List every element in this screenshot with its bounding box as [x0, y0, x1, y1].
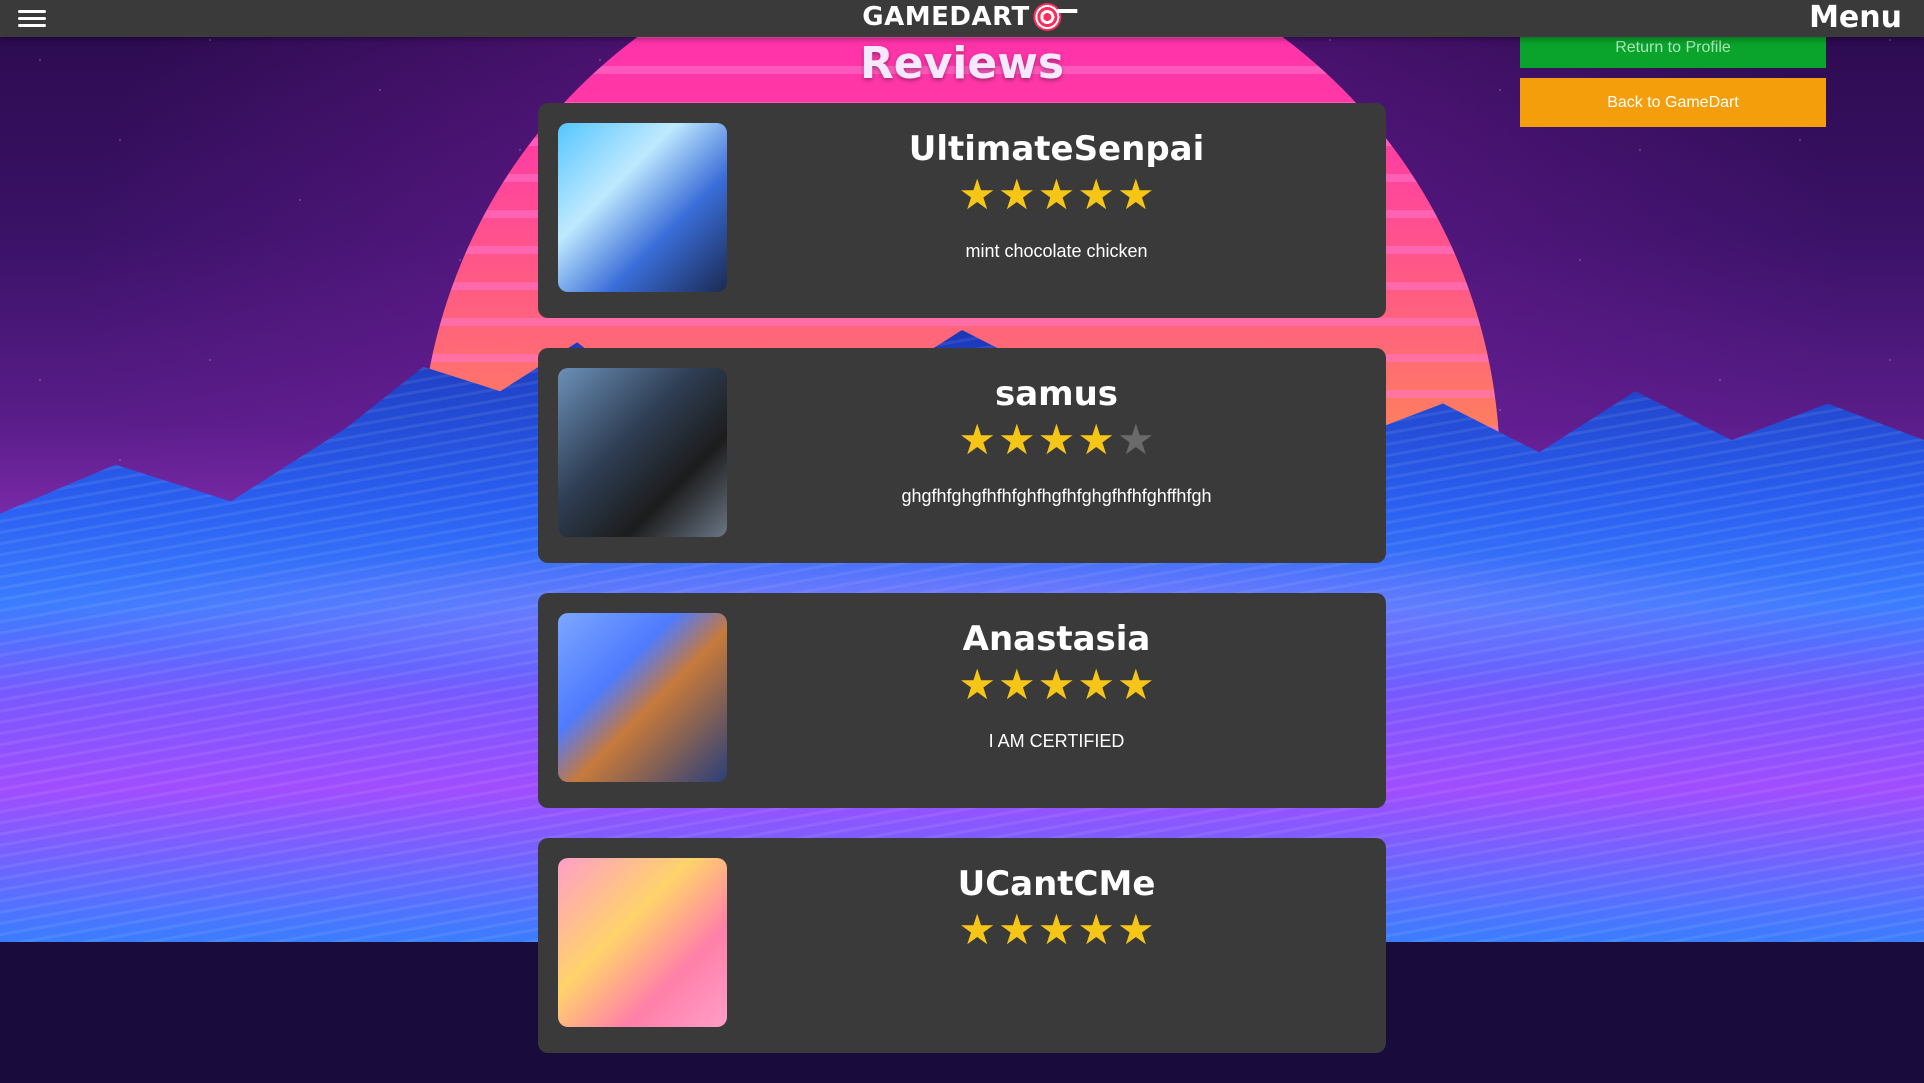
avatar: [558, 613, 727, 782]
target-icon: [1033, 3, 1078, 31]
star-rating: ★ ★ ★ ★ ★: [727, 415, 1386, 464]
review-username: samus: [994, 374, 1119, 414]
avatar: [558, 368, 727, 537]
star-icon: ★: [1037, 660, 1076, 709]
avatar: [558, 858, 727, 1027]
review-text: ghgfhfghgfhfhfghfhgfhfghgfhfhfghffhfgh: [901, 486, 1212, 506]
hamburger-icon[interactable]: [18, 6, 46, 30]
avatar-image: [558, 368, 727, 537]
star-icon: ★: [1037, 170, 1076, 219]
review-body: UCantCMe ★ ★ ★ ★ ★: [727, 838, 1386, 1053]
star-icon: ★: [1037, 415, 1076, 464]
star-icon: ★: [1116, 905, 1155, 954]
back-to-gamedart-button[interactable]: Back to GameDart: [1520, 78, 1826, 127]
star-icon: ★: [1116, 660, 1155, 709]
menu-button[interactable]: Menu: [1809, 0, 1902, 35]
star-icon: ★: [958, 660, 997, 709]
star-icon: ★: [958, 170, 997, 219]
star-icon: ★: [998, 660, 1036, 709]
review-body: UltimateSenpai ★ ★ ★ ★ ★ mint chocolate chic…: [727, 103, 1386, 318]
avatar-image: [558, 123, 727, 292]
review-username: UCantCMe: [957, 864, 1156, 904]
review-username: UltimateSenpai: [908, 129, 1205, 169]
avatar: [558, 123, 727, 292]
review-body: Anastasia ★ ★ ★ ★ ★ I AM CERTIFIED: [727, 593, 1386, 808]
hamburger-line: [18, 10, 46, 13]
star-icon: ★: [1116, 415, 1155, 464]
star-icon: ★: [958, 905, 997, 954]
star-rating: ★ ★ ★ ★ ★: [727, 660, 1386, 709]
star-icon: ★: [1077, 415, 1115, 464]
review-card: samus ★ ★ ★ ★ ★ ghgfhfghgfhfhfghfhgfhfghgfhf…: [538, 348, 1386, 563]
side-actions: Return to Profile Back to GameDart: [1520, 28, 1826, 127]
star-icon: ★: [998, 170, 1036, 219]
star-icon: ★: [1116, 170, 1155, 219]
review-text: mint chocolate chicken: [965, 241, 1148, 261]
star-icon: ★: [998, 415, 1036, 464]
arrow-icon: [1057, 9, 1078, 13]
review-body: samus ★ ★ ★ ★ ★ ghgfhfghgfhfhfghfhgfhfghgfhf…: [727, 348, 1386, 563]
review-card: UCantCMe ★ ★ ★ ★ ★: [538, 838, 1386, 1053]
review-text: I AM CERTIFIED: [988, 731, 1125, 751]
hamburger-line: [18, 17, 46, 20]
avatar-image: [558, 858, 727, 1027]
avatar-image: [558, 613, 727, 782]
hamburger-line: [18, 24, 46, 27]
logo-text: GAMEDART: [862, 2, 1030, 32]
top-navigation-bar: GAMEDART Menu: [0, 0, 1924, 37]
gamedart-logo[interactable]: GAMEDART: [862, 2, 1078, 32]
star-icon: ★: [1077, 170, 1115, 219]
star-icon: ★: [1037, 905, 1076, 954]
star-rating: ★ ★ ★ ★ ★: [727, 905, 1386, 954]
reviews-list: UltimateSenpai ★ ★ ★ ★ ★ mint chocolate chic…: [538, 103, 1386, 1083]
star-icon: ★: [998, 905, 1036, 954]
star-icon: ★: [1077, 660, 1115, 709]
star-rating: ★ ★ ★ ★ ★: [727, 170, 1386, 219]
review-username: Anastasia: [962, 619, 1151, 659]
star-icon: ★: [958, 415, 997, 464]
star-icon: ★: [1077, 905, 1115, 954]
review-card: UltimateSenpai ★ ★ ★ ★ ★ mint chocolate chic…: [538, 103, 1386, 318]
review-card: Anastasia ★ ★ ★ ★ ★ I AM CERTIFIED: [538, 593, 1386, 808]
